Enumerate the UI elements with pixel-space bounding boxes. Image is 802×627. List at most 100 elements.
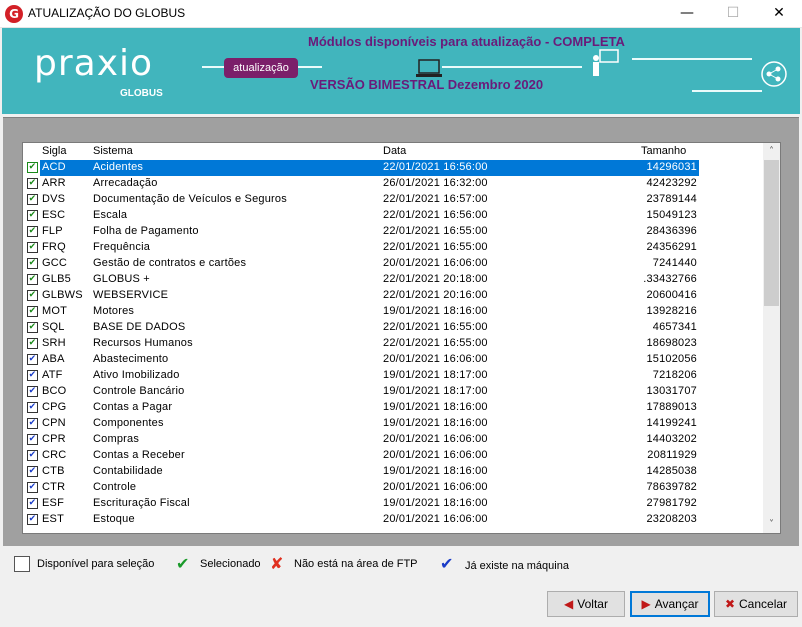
row-checkbox[interactable]: ✔ <box>27 258 38 269</box>
cell-tamanho: 27981792 <box>646 497 697 509</box>
table-row[interactable]: ✔ EST Estoque 20/01/2021 16:06:00 23208203 <box>23 512 763 528</box>
scroll-up-icon[interactable]: ˄ <box>763 143 780 160</box>
cell-tamanho: 17889013 <box>646 401 697 413</box>
cell-data: 19/01/2021 18:16:00 <box>383 401 488 413</box>
table-row[interactable]: ✔ ATF Ativo Imobilizado 19/01/2021 18:17:00… <box>23 368 763 384</box>
app-icon: G <box>5 5 23 23</box>
row-checkbox[interactable]: ✔ <box>27 434 38 445</box>
cell-sistema: Motores <box>93 305 135 317</box>
minimize-button[interactable]: — <box>664 0 710 28</box>
row-checkbox[interactable]: ✔ <box>27 354 38 365</box>
table-row[interactable]: ✔ ESC Escala 22/01/2021 16:56:00 15049123 <box>23 208 763 224</box>
cell-tamanho: 23789144 <box>646 193 697 205</box>
cell-sistema: Contas a Pagar <box>93 401 173 413</box>
row-checkbox[interactable]: ✔ <box>27 402 38 413</box>
vertical-scrollbar[interactable]: ˄ ˅ <box>763 143 780 533</box>
header-sistema[interactable]: Sistema <box>93 145 133 157</box>
row-checkbox[interactable]: ✔ <box>27 194 38 205</box>
row-checkbox[interactable]: ✔ <box>27 162 38 173</box>
cell-sigla: SQL <box>42 321 65 333</box>
cell-data: 20/01/2021 16:06:00 <box>383 433 488 445</box>
row-checkbox[interactable]: ✔ <box>27 242 38 253</box>
cancelar-button[interactable]: ✖ Cancelar <box>714 591 798 617</box>
row-checkbox[interactable]: ✔ <box>27 274 38 285</box>
cell-sigla: CTB <box>42 465 65 477</box>
table-row[interactable]: ✔ CPG Contas a Pagar 19/01/2021 18:16:00 178… <box>23 400 763 416</box>
row-checkbox[interactable]: ✔ <box>27 450 38 461</box>
cell-data: 22/01/2021 16:55:00 <box>383 225 488 237</box>
row-checkbox[interactable]: ✔ <box>27 322 38 333</box>
legend-not-in-ftp: Não está na área de FTP <box>294 558 418 570</box>
table-row[interactable]: ✔ DVS Documentação de Veículos e Seguros 22… <box>23 192 763 208</box>
row-checkbox[interactable]: ✔ <box>27 338 38 349</box>
table-row[interactable]: ✔ CPN Componentes 19/01/2021 18:16:00 141992… <box>23 416 763 432</box>
red-x-icon: ✘ <box>270 554 284 573</box>
table-row[interactable]: ✔ FRQ Frequência 22/01/2021 16:55:00 2435629… <box>23 240 763 256</box>
row-checkbox[interactable]: ✔ <box>27 514 38 525</box>
row-checkbox[interactable]: ✔ <box>27 482 38 493</box>
cell-tamanho: 13928216 <box>646 305 697 317</box>
row-checkbox[interactable]: ✔ <box>27 370 38 381</box>
cell-sigla: ACD <box>42 161 66 173</box>
table-row[interactable]: ✔ ABA Abastecimento 20/01/2021 16:06:00 1510… <box>23 352 763 368</box>
row-checkbox[interactable]: ✔ <box>27 178 38 189</box>
avancar-button[interactable]: ▶ Avançar <box>630 591 710 617</box>
cell-tamanho: 42423292 <box>646 177 697 189</box>
row-checkbox[interactable]: ✔ <box>27 498 38 509</box>
cell-data: 22/01/2021 16:56:00 <box>383 209 488 221</box>
cell-data: 20/01/2021 16:06:00 <box>383 481 488 493</box>
row-checkbox[interactable]: ✔ <box>27 306 38 317</box>
banner-title: Módulos disponíveis para atualização - C… <box>308 34 625 49</box>
scroll-thumb[interactable] <box>764 160 779 306</box>
cell-sistema: Escala <box>93 209 128 221</box>
table-row[interactable]: ✔ MOT Motores 19/01/2021 18:16:00 13928216 <box>23 304 763 320</box>
cell-sigla: DVS <box>42 193 66 205</box>
row-checkbox[interactable]: ✔ <box>27 226 38 237</box>
header-data[interactable]: Data <box>383 145 406 157</box>
modules-list[interactable]: Sigla Sistema Data Tamanho ✔ ACD Acidentes… <box>22 142 781 534</box>
cell-tamanho: 24356291 <box>646 241 697 253</box>
table-row[interactable]: ✔ GCC Gestão de contratos e cartões 20/01/2… <box>23 256 763 272</box>
maximize-button[interactable]: ☐ <box>710 0 756 28</box>
cell-tamanho: 14199241 <box>646 417 697 429</box>
row-checkbox[interactable]: ✔ <box>27 210 38 221</box>
cell-tamanho: 23208203 <box>646 513 697 525</box>
table-row[interactable]: ✔ CTB Contabilidade 19/01/2021 18:16:00 1428… <box>23 464 763 480</box>
cell-sistema: Contas a Receber <box>93 449 185 461</box>
table-row[interactable]: ✔ ARR Arrecadação 26/01/2021 16:32:00 424232… <box>23 176 763 192</box>
table-row[interactable]: ✔ CTR Controle 20/01/2021 16:06:00 78639782 <box>23 480 763 496</box>
cell-sigla: EST <box>42 513 64 525</box>
row-checkbox[interactable]: ✔ <box>27 418 38 429</box>
table-row[interactable]: ✔ SQL BASE DE DADOS 22/01/2021 16:55:00 4657… <box>23 320 763 336</box>
modules-panel: Sigla Sistema Data Tamanho ✔ ACD Acidentes… <box>3 117 799 546</box>
row-checkbox[interactable]: ✔ <box>27 466 38 477</box>
cell-sigla: CPN <box>42 417 66 429</box>
table-row[interactable]: ✔ GLBWS WEBSERVICE 22/01/2021 20:16:00 20600… <box>23 288 763 304</box>
table-row[interactable]: ✔ FLP Folha de Pagamento 22/01/2021 16:55:0… <box>23 224 763 240</box>
table-row[interactable]: ✔ ESF Escrituração Fiscal 19/01/2021 18:16:… <box>23 496 763 512</box>
close-button[interactable]: ✕ <box>756 0 802 28</box>
window-title: ATUALIZAÇÃO DO GLOBUS <box>28 6 186 20</box>
cell-tamanho: 15049123 <box>646 209 697 221</box>
praxio-banner: praxio GLOBUS atualização Módulos dispon… <box>2 28 800 114</box>
row-checkbox[interactable]: ✔ <box>27 386 38 397</box>
row-checkbox[interactable]: ✔ <box>27 290 38 301</box>
table-row[interactable]: ✔ SRH Recursos Humanos 22/01/2021 16:55:00 1… <box>23 336 763 352</box>
table-row[interactable]: ✔ CRC Contas a Receber 20/01/2021 16:06:00 2… <box>23 448 763 464</box>
cell-data: 19/01/2021 18:16:00 <box>383 305 488 317</box>
table-row[interactable]: ✔ GLB5 GLOBUS + 22/01/2021 20:18:00 .3343276… <box>23 272 763 288</box>
cell-data: 20/01/2021 16:06:00 <box>383 257 488 269</box>
list-header: Sigla Sistema Data Tamanho <box>23 143 763 159</box>
green-check-icon: ✔ <box>176 554 190 573</box>
cell-sigla: CPG <box>42 401 67 413</box>
table-row[interactable]: ✔ ACD Acidentes 22/01/2021 16:56:00 14296031 <box>23 160 763 176</box>
table-row[interactable]: ✔ CPR Compras 20/01/2021 16:06:00 14403202 <box>23 432 763 448</box>
cell-data: 22/01/2021 16:57:00 <box>383 193 488 205</box>
share-network-icon <box>761 61 787 87</box>
voltar-button[interactable]: ◀ Voltar <box>547 591 625 617</box>
cancelar-label: Cancelar <box>739 597 788 611</box>
header-sigla[interactable]: Sigla <box>42 145 66 157</box>
table-row[interactable]: ✔ BCO Controle Bancário 19/01/2021 18:17:00… <box>23 384 763 400</box>
scroll-down-icon[interactable]: ˅ <box>763 516 780 533</box>
header-tamanho[interactable]: Tamanho <box>641 145 686 157</box>
